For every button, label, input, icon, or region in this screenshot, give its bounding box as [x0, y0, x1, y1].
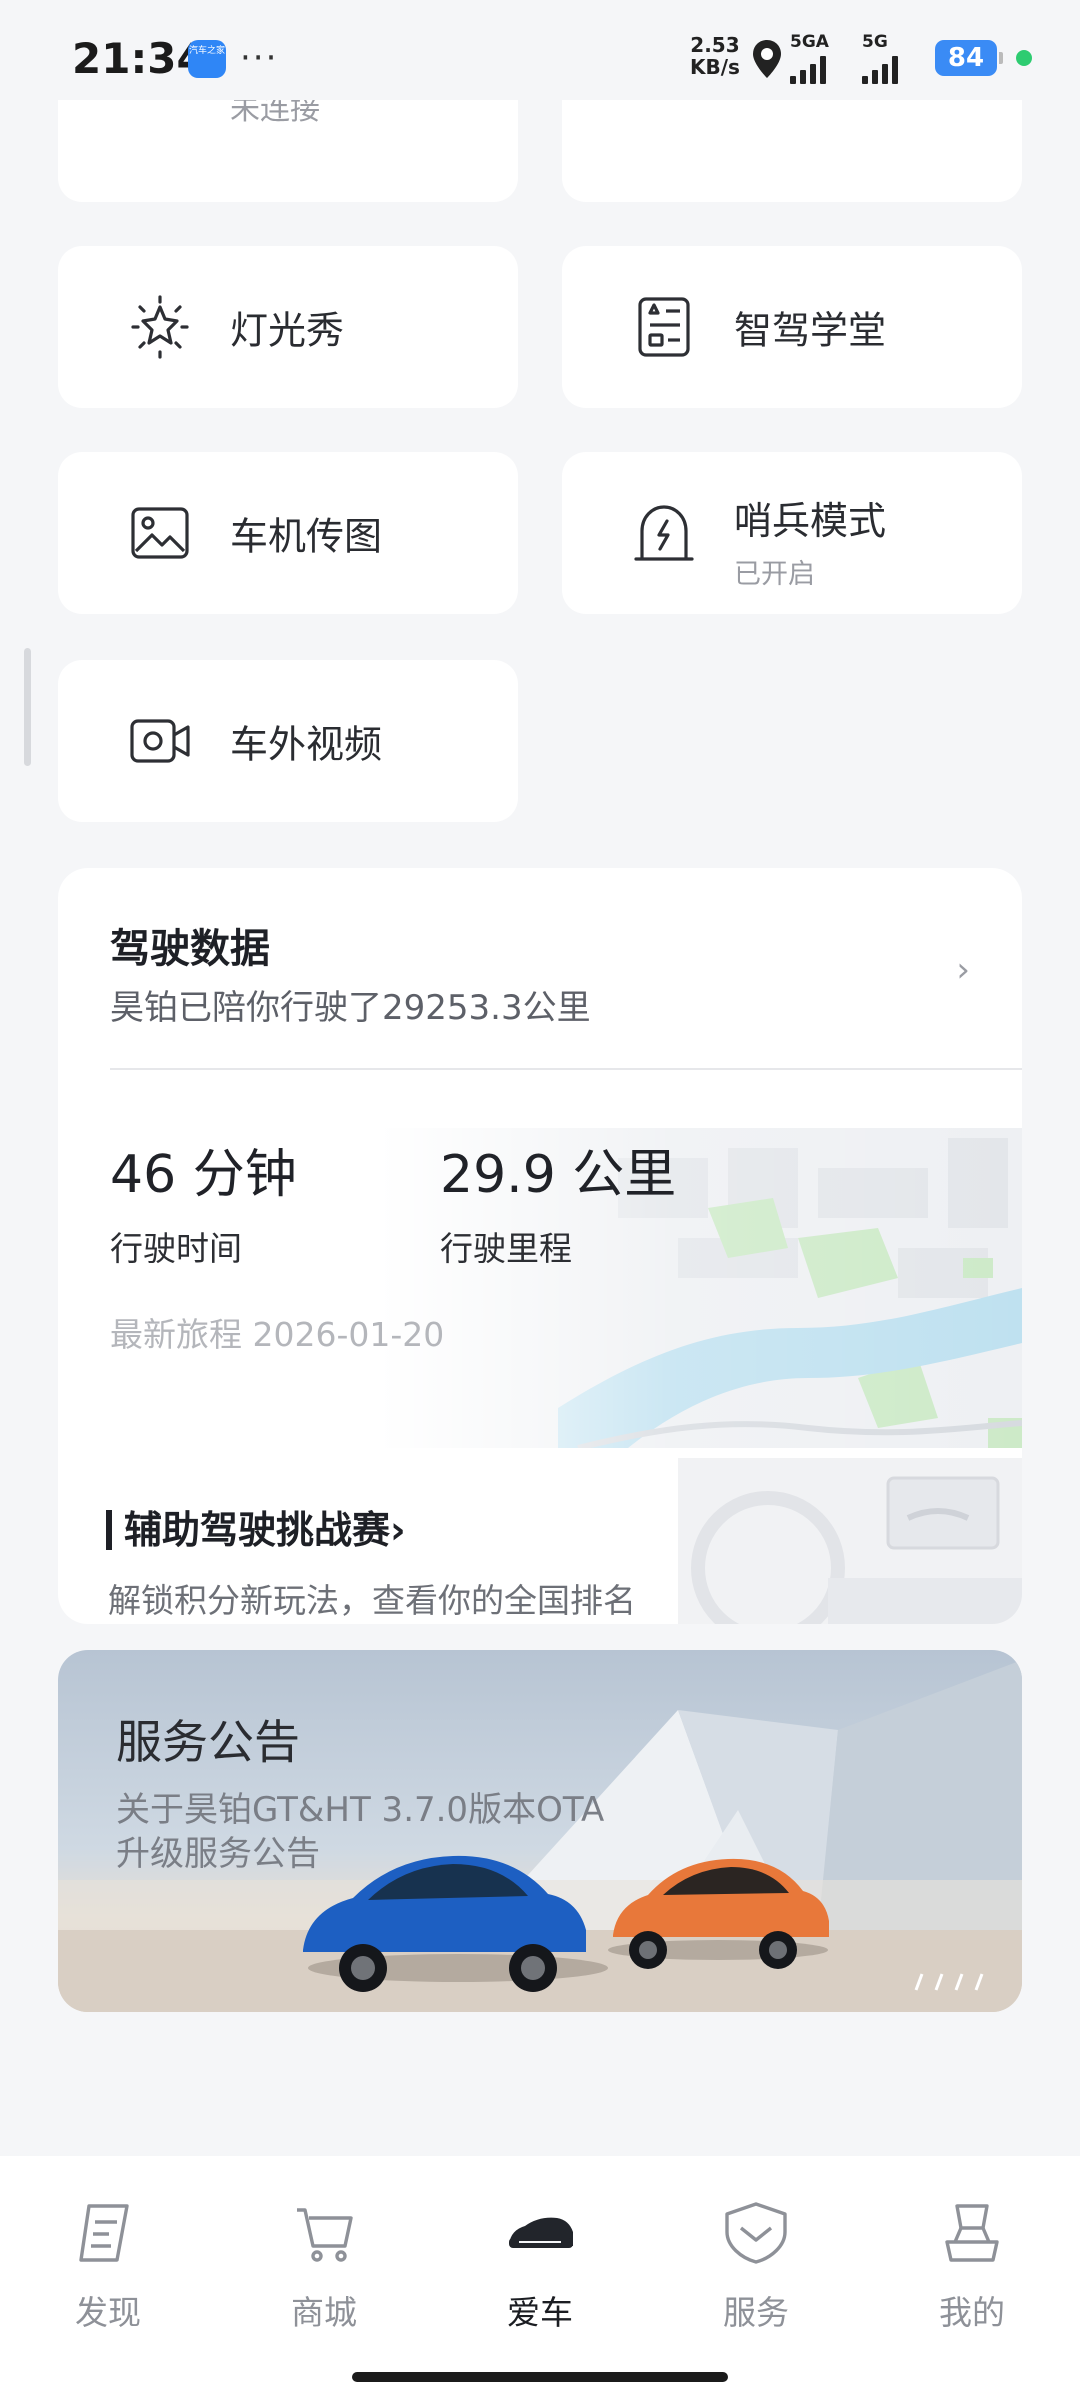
tab-profile[interactable]: 我的	[892, 2198, 1052, 2334]
latest-trip-date: 最新旅程 2026-01-20	[110, 1315, 445, 1354]
trip-distance-value: 29.9 公里	[440, 1145, 677, 1205]
trip-time-label: 行驶时间	[110, 1229, 242, 1268]
signal-sim2: 5G	[862, 32, 898, 84]
discover-icon	[79, 2204, 129, 2262]
feature-image-transfer[interactable]: 车机传图	[58, 452, 518, 614]
feature-sentry-mode[interactable]: 哨兵模式 已开启	[562, 452, 1022, 614]
feature-label: 灯光秀	[230, 308, 345, 353]
notification-app-icon: 汽车之家	[188, 40, 226, 78]
signal-bars-icon	[862, 54, 898, 84]
more-notifications-icon: ···	[240, 38, 279, 78]
service-heart-icon	[725, 2202, 787, 2264]
car-icon	[509, 2217, 573, 2248]
network-speed: 2.53 KB/s	[690, 33, 740, 79]
profile-icon	[945, 2204, 999, 2262]
camera-video-icon	[130, 719, 190, 763]
feature-exterior-video[interactable]: 车外视频	[58, 660, 518, 822]
feature-smart-drive-course[interactable]: 智驾学堂	[562, 246, 1022, 408]
scrollbar[interactable]	[24, 648, 31, 766]
home-indicator[interactable]	[352, 2372, 728, 2382]
tab-label: 商城	[291, 2293, 357, 2332]
feature-label: 智驾学堂	[734, 308, 887, 353]
location-icon	[753, 40, 781, 78]
tab-label: 服务	[723, 2293, 789, 2332]
divider	[110, 1068, 1022, 1070]
feature-label: 车外视频	[230, 722, 383, 767]
bottom-tab-bar: 发现 商城 爱车 服务 我的	[0, 2156, 1080, 2400]
shop-cart-icon	[297, 2208, 353, 2262]
sparkle-light-icon	[131, 295, 189, 359]
notice-body: 关于昊铂GT&HT 3.7.0版本OTA升级服务公告	[116, 1790, 605, 1874]
course-book-icon	[638, 297, 690, 357]
service-notice-banner[interactable]: 服务公告 关于昊铂GT&HT 3.7.0版本OTA升级服务公告	[58, 1650, 1022, 2012]
tab-label: 爱车	[507, 2293, 573, 2332]
feature-label: 哨兵模式	[734, 499, 887, 543]
tab-shop[interactable]: 商城	[244, 2198, 404, 2334]
signal-sim1: 5GA	[790, 32, 829, 84]
driving-data-card[interactable]: 驾驶数据 昊铂已陪你行驶了29253.3公里 › 46 分钟 行驶时间 29.9…	[58, 868, 1022, 1624]
tab-label: 我的	[939, 2293, 1005, 2332]
tab-discover[interactable]: 发现	[28, 2198, 188, 2334]
tab-my-car[interactable]: 爱车	[460, 2198, 620, 2334]
feature-tile-partial-left[interactable]: 未连接	[58, 100, 518, 202]
chevron-right-icon: ›	[390, 1508, 406, 1552]
image-icon	[131, 507, 189, 559]
feature-tile-partial-right[interactable]	[562, 100, 1022, 202]
challenge-subtitle: 解锁积分新玩法，查看你的全国排名	[108, 1581, 636, 1620]
sentry-status: 已开启	[734, 559, 815, 590]
assist-drive-challenge-link[interactable]: 辅助驾驶挑战赛›	[106, 1510, 406, 1550]
signal-bars-icon	[790, 54, 829, 84]
tab-service[interactable]: 服务	[676, 2198, 836, 2334]
battery-indicator: 84	[935, 40, 1003, 76]
privacy-dot-icon	[1016, 50, 1032, 66]
driving-data-subtitle: 昊铂已陪你行驶了29253.3公里	[110, 988, 591, 1028]
driving-data-title: 驾驶数据	[110, 926, 270, 972]
feature-tile-partial-label: 未连接	[230, 100, 320, 127]
feature-label: 车机传图	[230, 514, 383, 559]
car-interior-image	[678, 1458, 1022, 1624]
trip-distance-label: 行驶里程	[440, 1229, 572, 1268]
chevron-right-icon[interactable]: ›	[956, 950, 970, 990]
status-time: 21:34	[72, 34, 206, 83]
feature-light-show[interactable]: 灯光秀	[58, 246, 518, 408]
sentry-shield-icon	[634, 505, 694, 561]
tab-label: 发现	[75, 2293, 141, 2332]
notice-title: 服务公告	[116, 1715, 300, 1769]
trip-time-value: 46 分钟	[110, 1145, 297, 1205]
